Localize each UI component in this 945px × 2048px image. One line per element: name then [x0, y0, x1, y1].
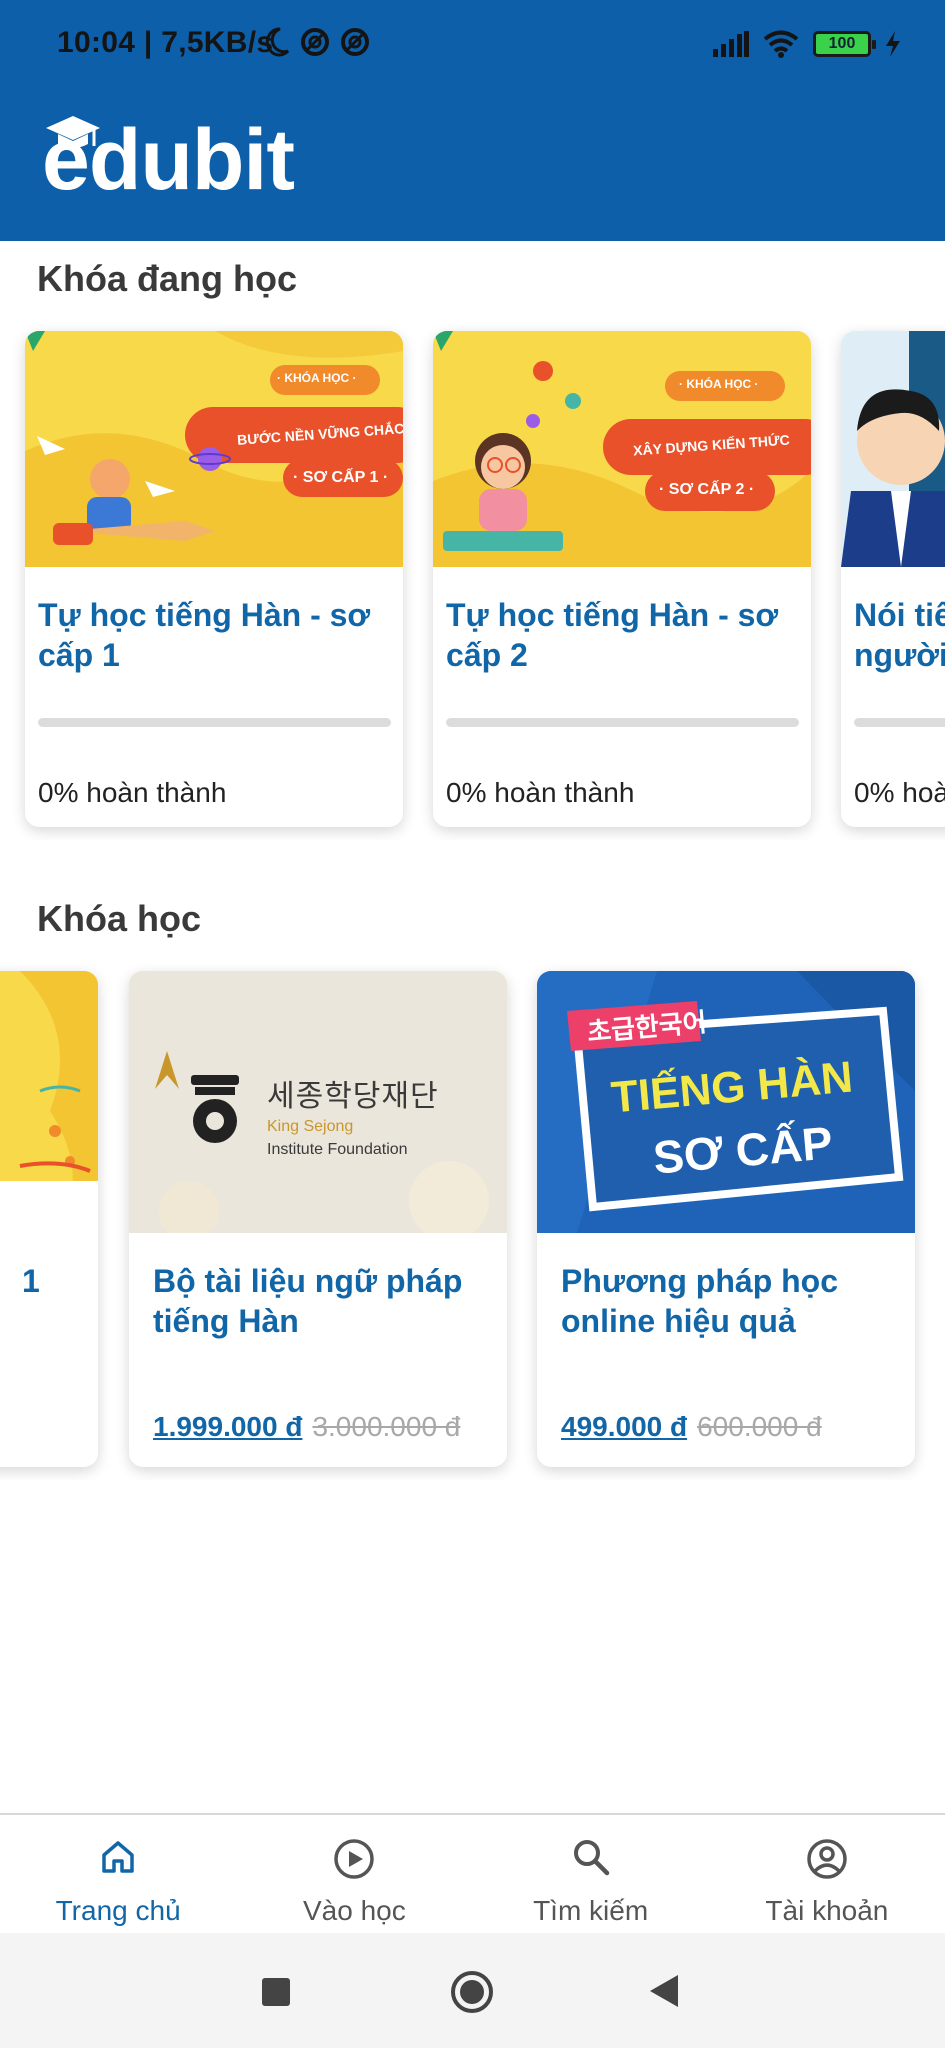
course-progress-bar	[854, 718, 945, 727]
old-price: 600.000 đ	[697, 1411, 822, 1442]
signal-icon	[713, 31, 749, 57]
current-price: 499.000 đ	[561, 1411, 688, 1442]
thumbnail-english-1: King Sejong	[267, 1118, 354, 1135]
course-thumbnail: · KHÓA HỌC · BƯỚC NỀN VỮNG CHẮC · SƠ CẤP…	[25, 331, 403, 567]
old-price: 3.000.000 đ	[312, 1411, 461, 1442]
home-icon	[102, 1841, 134, 1873]
data-saver-icon	[301, 28, 329, 56]
nav-account[interactable]: Tài khoản	[709, 1815, 945, 1933]
nav-learn-label: Vào học	[303, 1895, 406, 1926]
home-button-icon[interactable]	[450, 1970, 494, 2014]
battery-level: 100	[828, 35, 856, 52]
system-navigation-bar	[0, 1933, 945, 2048]
course-thumbnail-art	[0, 971, 98, 1233]
thumbnail-badge: · KHÓA HỌC ·	[277, 371, 357, 385]
status-notification-icons	[262, 27, 370, 57]
course-card[interactable]: 세종학당재단 King Sejong Institute Foundation …	[129, 971, 507, 1467]
course-thumbnail: 세종학당재단 King Sejong Institute Foundation	[129, 971, 507, 1233]
course-card[interactable]: 초급한국어 TIẾNG HÀN SƠ CẤP Phương pháp học o…	[537, 971, 915, 1467]
learning-course-card[interactable]: · KHÓA HỌC · XÂY DỰNG KIẾN THỨC · SƠ CẤP…	[433, 331, 811, 827]
course-thumbnail	[0, 971, 98, 1233]
status-time: 10:04 | 7,5KB/s	[57, 26, 273, 60]
learning-course-card[interactable]: · KHÓA HỌC · BƯỚC NỀN VỮNG CHẮC · SƠ CẤP…	[25, 331, 403, 827]
edubit-logo[interactable]: edubit	[42, 112, 295, 203]
charging-icon	[886, 31, 900, 57]
data-saver-icon-2	[341, 28, 369, 56]
battery-icon: 100	[813, 31, 876, 57]
course-title: Bộ tài liệu ngữ pháp tiếng Hàn	[153, 1263, 463, 1339]
course-progress-bar	[38, 718, 391, 727]
thumbnail-badge: · KHÓA HỌC ·	[679, 377, 759, 391]
course-title: Nói tiếng Hàn như người	[854, 597, 945, 673]
nav-learn[interactable]: Vào học	[236, 1815, 472, 1933]
search-icon	[573, 1840, 609, 1876]
course-title: 1	[22, 1263, 40, 1299]
bottom-navigation: Trang chủ Vào học Tìm kiếm Tài khoản	[0, 1813, 945, 1933]
play-circle-icon	[334, 1839, 375, 1879]
course-progress-bar	[446, 718, 799, 727]
back-icon[interactable]	[648, 1974, 680, 2008]
nav-search[interactable]: Tìm kiếm	[473, 1815, 709, 1933]
course-carousel[interactable]: 1 세종학당재단 King Sejong Institute Foundatio…	[0, 960, 945, 1480]
learning-section-title: Khóa đang học	[37, 258, 297, 299]
account-icon	[807, 1839, 847, 1879]
thumbnail-english-2: Institute Foundation	[267, 1141, 408, 1158]
course-card[interactable]: 1	[0, 971, 98, 1467]
moon-icon	[265, 27, 290, 57]
graduation-cap-icon	[46, 116, 100, 148]
course-thumbnail-art	[841, 331, 945, 567]
status-system-icons: 100	[713, 30, 901, 58]
wifi-icon	[763, 30, 799, 58]
course-price: 499.000 đ 600.000 đ	[561, 1411, 822, 1443]
nav-account-label: Tài khoản	[765, 1895, 889, 1926]
course-progress-label: 0% hoàn thành	[38, 777, 227, 808]
status-clock: 10:04	[57, 26, 136, 59]
learning-course-card[interactable]: Nói tiếng Hàn như người 0% hoàn thành	[841, 331, 945, 827]
app-header: 10:04 | 7,5KB/s 100 edubit	[0, 0, 945, 241]
recents-icon[interactable]	[261, 1977, 291, 2007]
courses-section-title: Khóa học	[37, 898, 202, 939]
course-progress-label: 0% hoàn thành	[446, 777, 635, 808]
nav-home[interactable]: Trang chủ	[0, 1815, 236, 1933]
course-title: Tự học tiếng Hàn - sơ cấp 2	[446, 597, 779, 673]
course-thumbnail	[841, 331, 945, 567]
current-price: 1.999.000 đ	[153, 1411, 303, 1442]
course-thumbnail-art	[25, 331, 403, 567]
thumbnail-level: · SƠ CẤP 1 ·	[293, 469, 389, 486]
nav-home-label: Trang chủ	[55, 1895, 181, 1926]
course-title: Phương pháp học online hiệu quả	[561, 1263, 839, 1339]
course-price: 1.999.000 đ 3.000.000 đ	[153, 1411, 460, 1443]
course-thumbnail: 초급한국어 TIẾNG HÀN SƠ CẤP	[537, 971, 915, 1233]
course-thumbnail: · KHÓA HỌC · XÂY DỰNG KIẾN THỨC · SƠ CẤP…	[433, 331, 811, 567]
nav-search-label: Tìm kiếm	[533, 1895, 649, 1926]
status-bar: 10:04 | 7,5KB/s 100	[0, 0, 945, 88]
status-network-speed: | 7,5KB/s	[143, 26, 274, 59]
course-title: Tự học tiếng Hàn - sơ cấp 1	[38, 597, 371, 673]
learning-course-carousel[interactable]: · KHÓA HỌC · BƯỚC NỀN VỮNG CHẮC · SƠ CẤP…	[0, 320, 945, 840]
thumbnail-korean-text: 세종학당재단	[267, 1080, 439, 1113]
course-progress-label: 0% hoàn thành	[854, 777, 945, 808]
thumbnail-level: · SƠ CẤP 2 ·	[659, 481, 755, 498]
